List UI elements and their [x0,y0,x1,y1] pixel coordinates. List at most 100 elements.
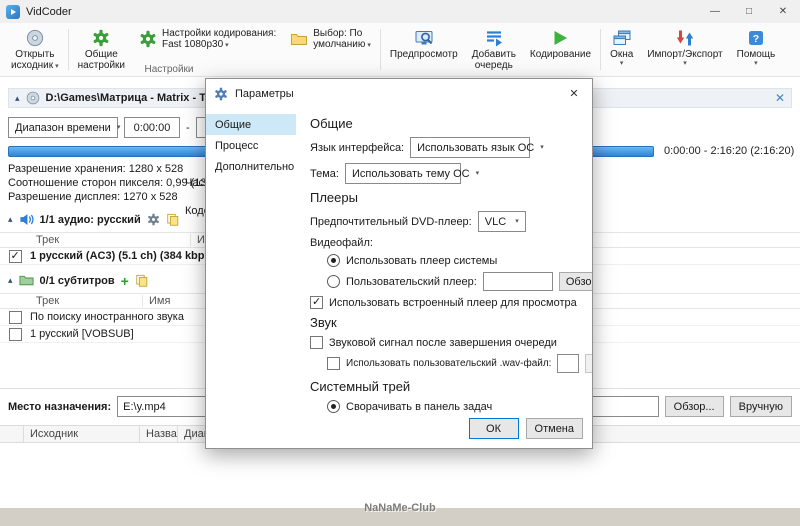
toolbar-separator [600,29,602,70]
preset-button[interactable]: Выбор: По умолчанию ▾ [283,26,378,53]
custom-player-label: Пользовательский плеер: [346,275,477,288]
audio-track-label: 1 русский (AC3) (5.1 ch) (384 kbps) [30,250,215,262]
dvd-player-label: Предпочтительный DVD-плеер: [310,215,472,228]
subtitle-track-checkbox[interactable]: ✓ [8,327,22,341]
chevron-down-icon: ▾ [683,60,687,67]
custom-wav-input[interactable] [557,354,580,373]
import-export-button[interactable]: Импорт/Экспорт ▾ [640,26,729,69]
titlebar: VidCoder — □ ✕ [0,0,800,23]
builtin-player-checkbox[interactable]: ✓ [310,296,323,309]
subtitles-copy-icon[interactable] [135,274,149,288]
watermark: NaNaMe-Club [364,502,436,514]
play-icon [551,28,569,48]
minimize-taskbar-radio[interactable] [327,400,340,413]
custom-wav-checkbox[interactable]: ✓ [327,357,340,370]
collapse-icon[interactable]: ▴ [15,93,20,103]
toolbar-separator [379,29,381,70]
heading-sound: Звук [310,315,337,330]
range-summary: 0:00:00 - 2:16:20 (2:16:20) [664,145,795,157]
preview-button[interactable]: Предпросмотр [383,26,465,62]
dialog-title: Параметры [235,87,294,100]
vidcoder-logo-icon [6,4,20,19]
chevron-down-icon: ▾ [475,170,480,177]
queue-col-check[interactable] [0,426,24,442]
subtitle-track-label: 1 русский [VOBSUB] [30,328,134,340]
audio-track-checkbox[interactable]: ✓ [8,249,22,263]
system-player-radio[interactable] [327,254,340,267]
language-label: Язык интерфейса: [310,141,405,154]
help-button[interactable]: Помощь ▾ [730,26,783,69]
dialog-content: Общие Язык интерфейса: Использовать язык… [296,108,592,418]
heading-tray: Системный трей [310,379,411,394]
disc-icon [26,91,40,105]
collapse-icon[interactable]: ▴ [8,215,13,224]
audio-col-track[interactable]: Трек [30,234,190,246]
queue-col-source[interactable]: Исходник [24,426,140,442]
foreign-audio-checkbox[interactable]: ✓ [8,310,22,324]
minimize-taskbar-label: Сворачивать в панель задач [346,400,493,413]
theme-label: Тема: [310,167,339,180]
collapse-icon[interactable]: ▴ [8,276,13,285]
add-subtitle-icon[interactable]: + [121,274,129,288]
chevron-down-icon: ▾ [619,60,624,67]
queue-col-name[interactable]: Название [140,426,178,442]
heading-players: Плееры [310,190,358,205]
dialog-close-button[interactable]: ✕ [556,79,592,108]
subtitles-section-title: 0/1 субтитров [39,274,115,287]
custom-wav-browse-button: Обзор... [585,354,592,373]
encoding-settings-button[interactable]: Настройки кодирования: Fast 1080p30 ▾ [132,26,283,53]
custom-player-input[interactable] [482,272,553,291]
windows-menu-button[interactable]: Окна ▾ [603,26,640,69]
nav-item-advanced[interactable]: Дополнительно [206,156,296,177]
nav-item-process[interactable]: Процесс [206,135,296,156]
toolbar-group-label: Настройки [144,64,194,75]
gear-icon [214,87,228,101]
custom-wav-label: Использовать пользовательский .wav-файл: [346,358,552,369]
dialog-nav: Общие Процесс Дополнительно [206,108,296,418]
ok-button[interactable]: ОК [468,418,519,439]
audio-settings-gear-icon[interactable] [147,213,160,226]
chevron-down-icon: ▾ [225,42,229,49]
theme-select[interactable]: Использовать тему ОС ▾ [344,163,479,184]
range-type-select[interactable]: Диапазон времени ▾ [8,117,121,138]
open-source-button[interactable]: Открыть исходник ▾ [4,26,66,74]
heading-general: Общие [310,116,353,131]
preview-icon [415,28,433,48]
toolbar: Открыть исходник ▾ Общие настройки Настро… [0,23,800,77]
destination-manual-button[interactable]: Вручную [729,396,792,417]
builtin-player-label: Использовать встроенный плеер для просмо… [329,296,577,309]
import-export-icon [676,28,694,48]
add-to-queue-button[interactable]: Добавить очередь [465,26,523,73]
range-start-input[interactable]: 0:00:00 [124,117,180,138]
chevron-down-icon: ▾ [754,60,758,67]
help-icon [747,28,765,48]
close-button[interactable]: ✕ [766,0,800,23]
cancel-button[interactable]: Отмена [525,418,583,439]
audio-section-title: 1/1 аудио: русский [39,213,141,226]
custom-player-browse-button[interactable]: Обзор... [558,272,592,291]
folder-icon [290,29,308,49]
dvd-player-select[interactable]: VLC ▾ [477,211,526,232]
destination-label: Место назначения: [8,400,112,413]
nav-item-general[interactable]: Общие [206,114,296,135]
audio-copy-icon[interactable] [166,213,180,227]
minimize-button[interactable]: — [698,0,732,23]
custom-player-radio[interactable] [327,275,340,288]
queue-add-icon [485,28,503,48]
range-dash: - [186,121,190,134]
maximize-button[interactable]: □ [732,0,766,23]
chevron-down-icon: ▾ [540,144,544,151]
close-source-icon[interactable]: ✕ [775,91,785,105]
framerate-label: Часто [185,177,207,189]
beep-label: Звуковой сигнал после завершения очереди [329,336,557,349]
destination-browse-button[interactable]: Обзор... [664,396,724,417]
chevron-down-icon: ▾ [367,42,371,49]
chevron-down-icon: ▾ [116,124,121,131]
encode-button[interactable]: Кодирование [523,26,598,62]
speaker-icon [19,212,34,227]
language-select[interactable]: Использовать язык ОС ▾ [410,137,544,158]
subtitle-col-track[interactable]: Трек [30,295,142,307]
dialog-titlebar: Параметры ✕ [206,79,592,108]
system-player-label: Использовать плеер системы [346,254,498,267]
beep-checkbox[interactable]: ✓ [310,336,323,349]
